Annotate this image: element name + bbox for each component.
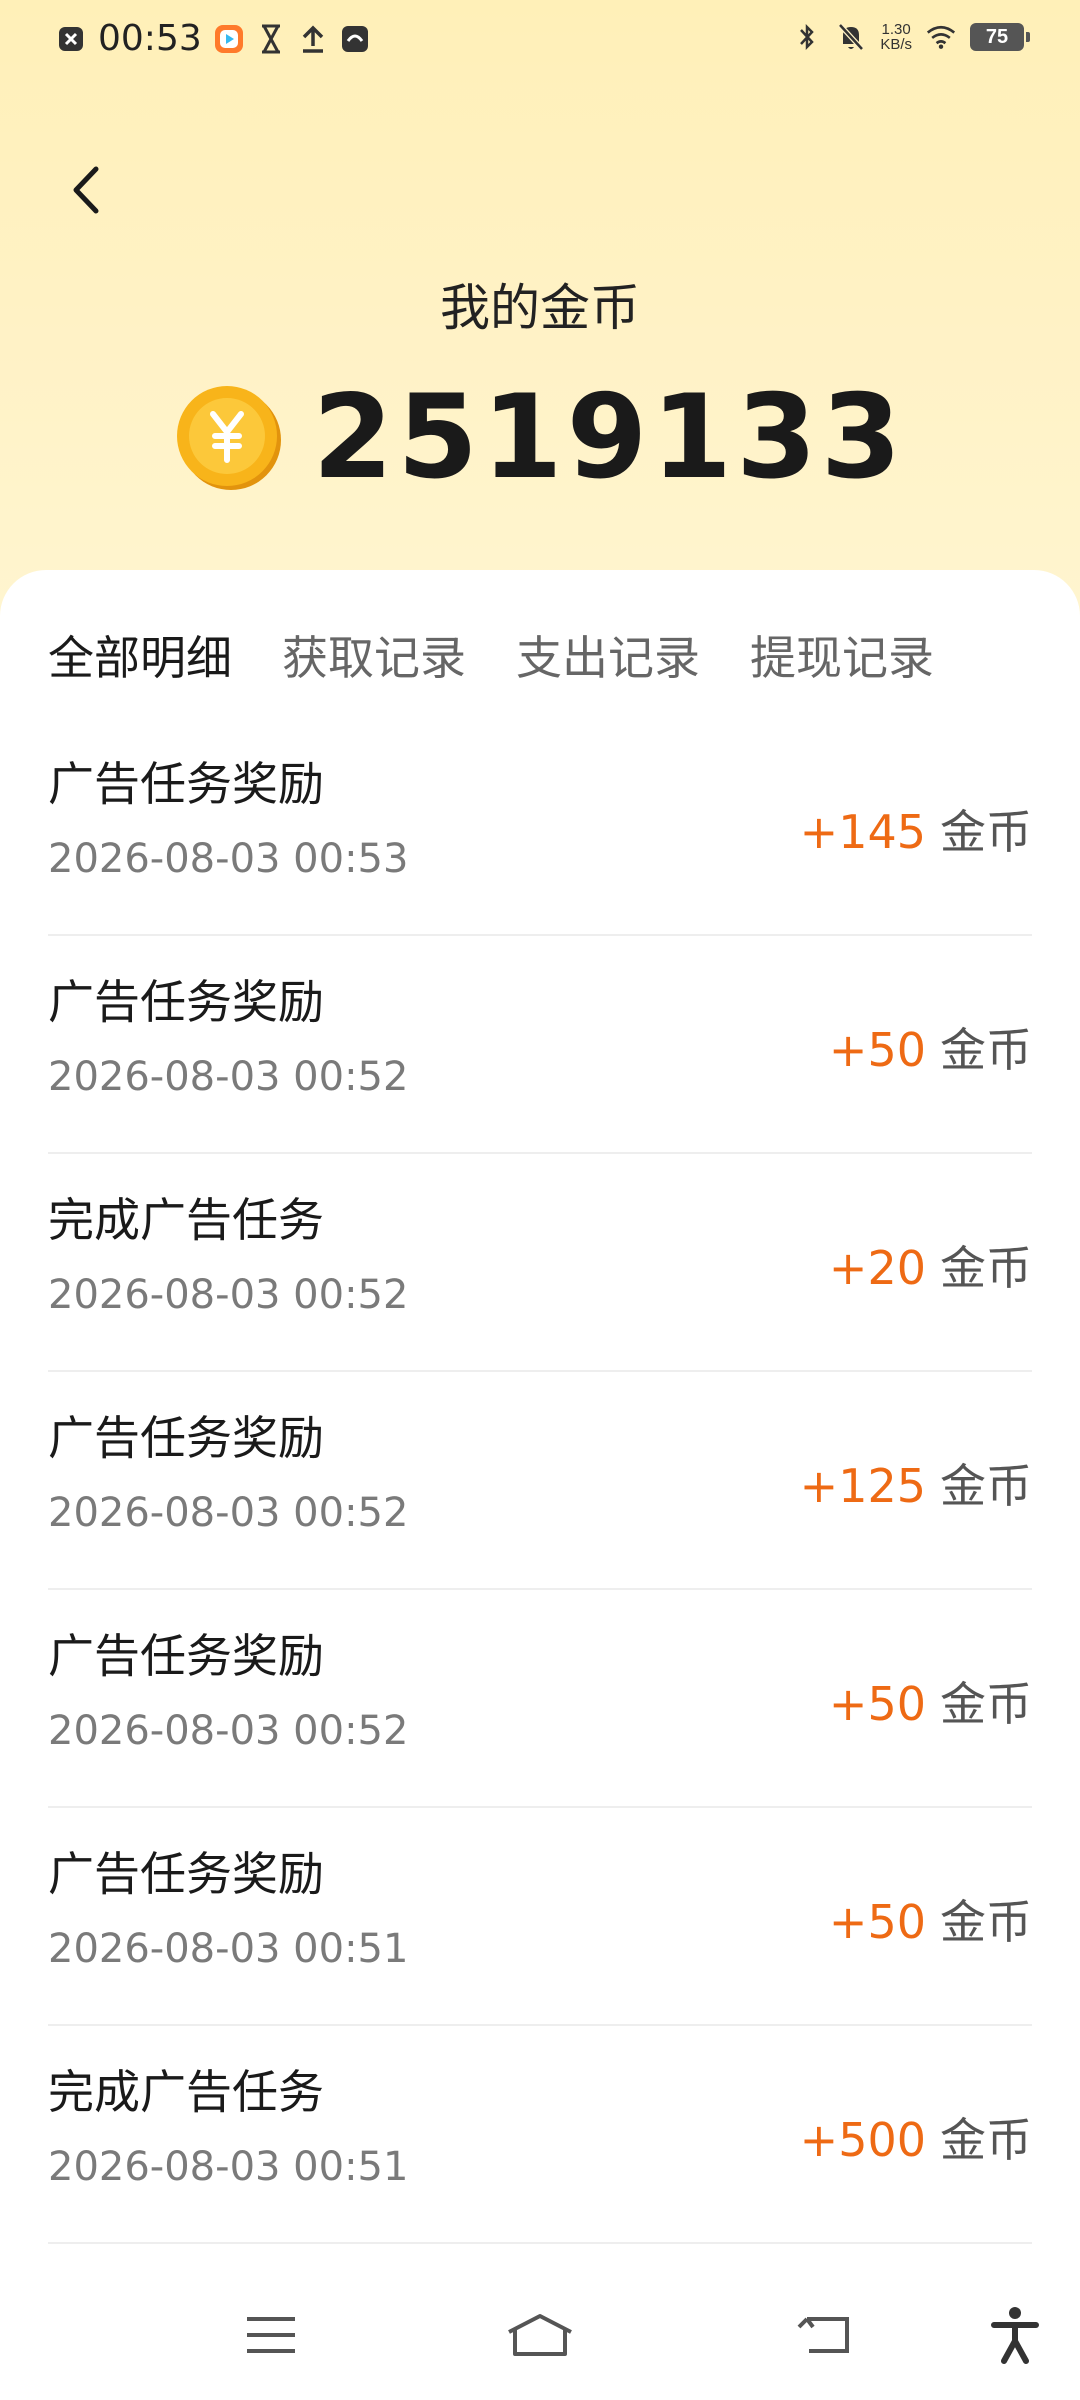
video-app-icon [214,24,244,54]
nav-menu-button[interactable] [236,2300,306,2370]
record-tabs: 全部明细 获取记录 支出记录 提现记录 [48,622,934,688]
amount-unit: 金币 [940,1895,1032,1949]
amount-unit: 金币 [940,1241,1032,1295]
record-amount: +145 金币 [800,796,1032,862]
status-bar: 00:53 1.30 KB/s 75 [0,0,1080,82]
nav-back-button[interactable] [790,2300,860,2370]
record-amount: +500 金币 [800,2104,1032,2170]
record-title: 广告任务奖励 [48,1847,324,1901]
back-arrow-icon [797,2317,849,2353]
network-speed: 1.30 KB/s [880,22,912,52]
record-row[interactable]: 广告任务奖励 2026-08-03 00:52 +125 金币 [48,1372,1032,1590]
record-row[interactable]: 广告任务奖励 2026-08-03 00:52 +50 金币 [48,936,1032,1154]
record-row[interactable]: 广告任务奖励 2026-08-03 00:51 +50 金币 [48,1808,1032,2026]
records-list: 广告任务奖励 2026-08-03 00:53 +145 金币 广告任务奖励 2… [48,718,1032,2244]
amount-unit: 金币 [940,1023,1032,1077]
amount-unit: 金币 [940,2113,1032,2167]
record-time: 2026-08-03 00:52 [48,1272,409,1318]
upload-icon [298,24,328,54]
tab-withdraw-records[interactable]: 提现记录 [750,622,934,688]
record-time: 2026-08-03 00:53 [48,836,409,882]
bluetooth-icon [792,22,822,52]
menu-icon [247,2317,295,2353]
record-row[interactable]: 广告任务奖励 2026-08-03 00:52 +50 金币 [48,1590,1032,1808]
nav-home-button[interactable] [505,2300,575,2370]
record-amount: +20 金币 [829,1232,1032,1298]
coin-balance: 2519133 [312,370,906,505]
hourglass-icon [256,24,286,54]
amount-value: +125 [799,1459,926,1513]
record-time: 2026-08-03 00:51 [48,1926,409,1972]
record-row[interactable]: 完成广告任务 2026-08-03 00:52 +20 金币 [48,1154,1032,1372]
record-title: 广告任务奖励 [48,757,324,811]
back-button[interactable] [56,160,116,220]
amount-unit: 金币 [940,1677,1032,1731]
record-row[interactable]: 完成广告任务 2026-08-03 00:51 +500 金币 [48,2026,1032,2244]
status-time: 00:53 [98,18,202,59]
amount-unit: 金币 [940,1459,1032,1513]
wifi-icon [926,22,956,52]
record-row[interactable]: 广告任务奖励 2026-08-03 00:53 +145 金币 [48,718,1032,936]
screen: 00:53 1.30 KB/s 75 我的金币 2519133 全部明细 获取记… [0,0,1080,2400]
amount-value: +50 [828,1677,926,1731]
home-icon [508,2314,572,2356]
amount-value: +500 [799,2113,926,2167]
tab-earn-records[interactable]: 获取记录 [282,622,466,688]
record-time: 2026-08-03 00:52 [48,1490,409,1536]
status-right: 1.30 KB/s 75 [792,22,1030,52]
system-nav-bar [0,2270,1080,2400]
record-title: 完成广告任务 [48,2065,324,2119]
record-amount: +50 金币 [829,1014,1032,1080]
battery-indicator: 75 [970,23,1030,51]
yuan-coin-icon [176,386,281,490]
record-title: 广告任务奖励 [48,1411,324,1465]
record-title: 完成广告任务 [48,1193,324,1247]
record-time: 2026-08-03 00:51 [48,2144,409,2190]
tab-spend-records[interactable]: 支出记录 [516,622,700,688]
mute-bell-icon [836,22,866,52]
amount-value: +145 [799,805,926,859]
network-speed-unit: KB/s [880,36,912,53]
amount-value: +50 [828,1023,926,1077]
record-time: 2026-08-03 00:52 [48,1054,409,1100]
records-card: 全部明细 获取记录 支出记录 提现记录 广告任务奖励 2026-08-03 00… [0,570,1080,2270]
page-title: 我的金币 [440,279,640,337]
close-notification-icon [56,24,86,54]
record-time: 2026-08-03 00:52 [48,1708,409,1754]
record-title: 广告任务奖励 [48,1629,324,1683]
record-amount: +50 金币 [829,1668,1032,1734]
record-amount: +125 金币 [800,1450,1032,1516]
amount-value: +20 [828,1241,926,1295]
status-left: 00:53 [56,18,370,59]
balance-row: 2519133 [0,380,1080,496]
message-app-icon [340,24,370,54]
accessibility-icon [991,2307,1039,2364]
nav-accessibility-button[interactable] [980,2300,1050,2370]
record-amount: +50 金币 [829,1886,1032,1952]
record-title: 广告任务奖励 [48,975,324,1029]
amount-unit: 金币 [940,805,1032,859]
amount-value: +50 [828,1895,926,1949]
tab-all-details[interactable]: 全部明细 [48,622,232,688]
chevron-left-icon [73,166,99,214]
network-speed-value: 1.30 [881,21,911,38]
